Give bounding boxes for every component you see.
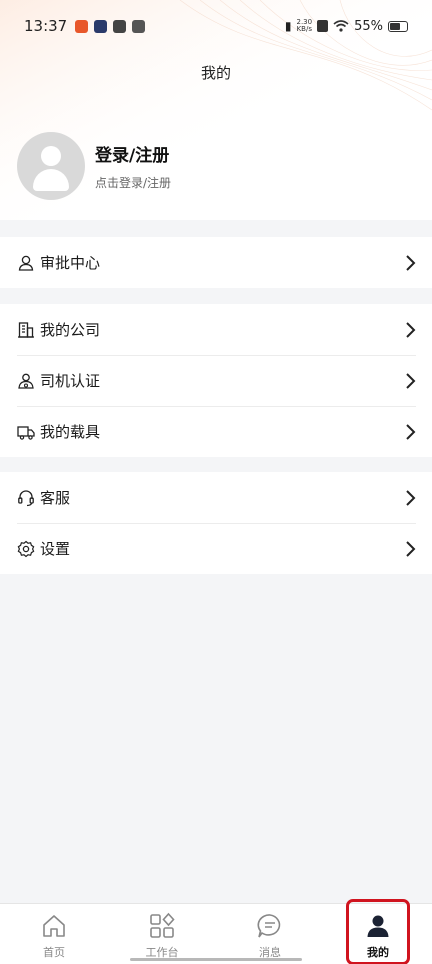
workbench-icon: [150, 912, 175, 938]
home-indicator: [130, 958, 302, 961]
gear-icon: [17, 540, 35, 558]
bottom-tab-bar: 首页 工作台 消息 我的: [0, 903, 432, 964]
chevron-right-icon: [406, 321, 416, 338]
tab-workbench[interactable]: 工作台: [108, 904, 216, 964]
avatar[interactable]: [17, 132, 85, 200]
headset-icon: [17, 489, 35, 507]
menu-label: 设置: [40, 540, 71, 558]
approval-section: 审批中心: [0, 237, 432, 288]
page-title: 我的: [200, 64, 231, 82]
status-time: 13:37: [24, 17, 68, 35]
home-icon: [43, 915, 65, 937]
menu-label: 司机认证: [40, 372, 101, 390]
battery-icon: [388, 20, 408, 32]
mail-app-icon: [132, 19, 146, 33]
login-entry[interactable]: 登录/注册 点击登录/注册: [17, 132, 171, 200]
link-app-icon: [113, 19, 127, 33]
message-icon: [257, 914, 281, 938]
menu-label: 客服: [40, 489, 71, 507]
status-bar: 13:37 ▮ 2.30 KB/s 55%: [0, 0, 432, 52]
menu-item-driver-verification[interactable]: 司机认证: [0, 355, 432, 406]
building-icon: [17, 321, 35, 339]
chevron-right-icon: [406, 423, 416, 440]
company-section: 我的公司 司机认证 我的载具: [0, 304, 432, 457]
sim-icon: [317, 20, 329, 32]
network-speed-unit: KB/s: [296, 25, 312, 33]
tab-profile[interactable]: 我的: [324, 904, 432, 964]
video-app-icon: [94, 19, 108, 33]
vibrate-icon: ▮: [284, 19, 292, 33]
menu-item-approval-center[interactable]: 审批中心: [0, 237, 432, 288]
wifi-icon: [333, 20, 349, 32]
chevron-right-icon: [406, 489, 416, 506]
app-notification-icon: [75, 19, 89, 33]
tab-home[interactable]: 首页: [0, 904, 108, 964]
truck-icon: [17, 423, 35, 441]
battery-percent: 55%: [354, 18, 383, 34]
menu-label: 审批中心: [40, 254, 101, 272]
menu-item-customer-service[interactable]: 客服: [0, 472, 432, 523]
tab-messages[interactable]: 消息: [216, 904, 324, 964]
tab-label: 首页: [43, 946, 65, 959]
driver-icon: [17, 372, 35, 390]
user-check-icon: [17, 254, 35, 272]
menu-label: 我的公司: [40, 321, 101, 339]
profile-icon: [367, 915, 389, 937]
login-title[interactable]: 登录/注册: [95, 141, 171, 166]
menu-item-settings[interactable]: 设置: [0, 523, 432, 574]
menu-item-my-company[interactable]: 我的公司: [0, 304, 432, 355]
chevron-right-icon: [406, 540, 416, 557]
chevron-right-icon: [406, 372, 416, 389]
login-subtitle: 点击登录/注册: [95, 176, 172, 190]
network-speed: 2.30 KB/s: [297, 19, 313, 33]
chevron-right-icon: [406, 254, 416, 271]
menu-item-my-vehicles[interactable]: 我的载具: [0, 406, 432, 457]
tab-label: 我的: [367, 946, 389, 959]
support-section: 客服 设置: [0, 472, 432, 574]
menu-label: 我的载具: [40, 423, 101, 441]
